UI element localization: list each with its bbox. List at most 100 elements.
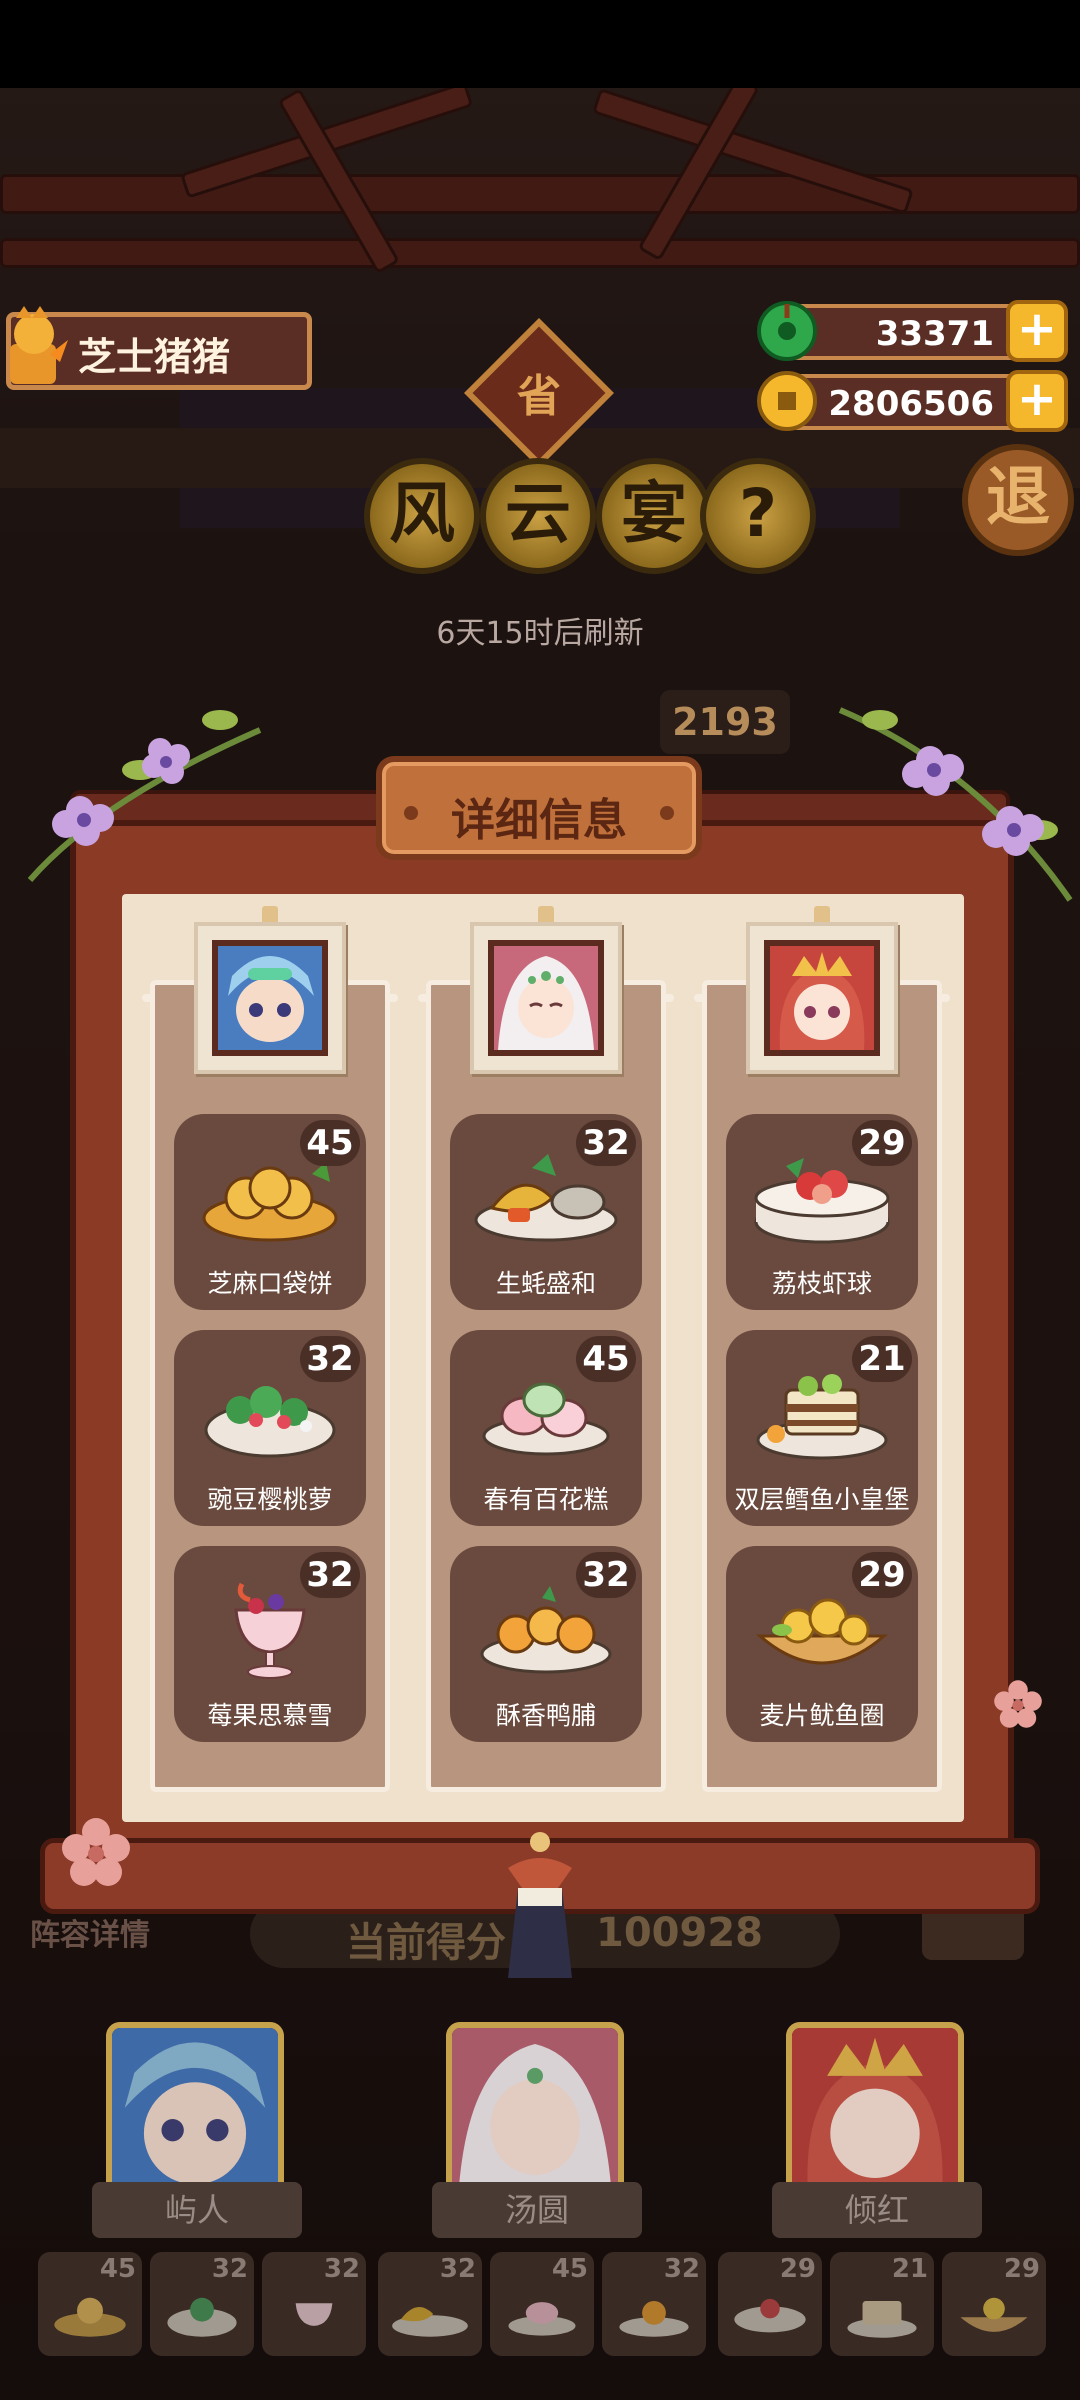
- dish-slot[interactable]: 29: [942, 2252, 1046, 2356]
- dish-name: 双层鳕鱼小皇堡: [734, 1485, 910, 1514]
- gold-coin-icon: [757, 371, 817, 431]
- flower-vine-icon: [838, 707, 1073, 902]
- slot-score: 32: [323, 2254, 360, 2284]
- dish-score: 21: [852, 1336, 912, 1382]
- player-name: 芝士猪猪: [78, 335, 231, 379]
- hero-card-tangyuan[interactable]: [446, 2022, 624, 2200]
- hero-avatar-icon: [452, 2028, 618, 2194]
- dish-name: 麦片鱿鱼圈: [759, 1701, 885, 1730]
- dish-name: 豌豆樱桃萝: [207, 1485, 333, 1514]
- dish-score: 29: [852, 1552, 912, 1598]
- character-face-icon: [494, 946, 598, 1050]
- slot-score: 21: [891, 2254, 928, 2284]
- flower-cake-icon: [508, 2302, 576, 2336]
- dish-slot[interactable]: 45: [38, 2252, 142, 2356]
- jade-coin-icon: [757, 301, 817, 361]
- title-dot: [660, 806, 674, 820]
- add-gold-button[interactable]: +: [1006, 370, 1068, 432]
- event-title-char-2: 云: [480, 458, 596, 574]
- flower-vine-icon: [27, 710, 262, 882]
- character-face-icon: [218, 946, 322, 1050]
- dish-score: 45: [300, 1120, 360, 1166]
- dish-card[interactable]: 32 豌豆樱桃萝: [174, 1330, 366, 1526]
- dish-card[interactable]: 29 荔枝虾球: [726, 1114, 918, 1310]
- slot-score: 32: [211, 2254, 248, 2284]
- dish-score: 32: [300, 1336, 360, 1382]
- hero-avatar-icon: [792, 2028, 958, 2194]
- crispy-duck-icon: [619, 2301, 689, 2337]
- portrait-frame: [764, 940, 880, 1056]
- pea-cherry-radish-icon: [167, 2297, 237, 2337]
- slot-score: 29: [1003, 2254, 1040, 2284]
- oat-squid-ring-icon: [960, 2297, 1028, 2332]
- portrait-frame: [488, 940, 604, 1056]
- dish-card[interactable]: 32 莓果思慕雪: [174, 1546, 366, 1742]
- refresh-countdown: 6天15时后刷新: [436, 616, 644, 651]
- slot-score: 29: [779, 2254, 816, 2284]
- dish-score: 45: [576, 1336, 636, 1382]
- exit-button[interactable]: 退: [962, 444, 1074, 556]
- dish-name: 酥香鸭脯: [495, 1701, 596, 1730]
- dish-slot[interactable]: 29: [718, 2252, 822, 2356]
- slot-score: 45: [99, 2254, 136, 2284]
- dialog-title: 详细信息: [451, 795, 627, 846]
- event-title-char-3: 宴: [596, 458, 712, 574]
- portrait-frame: [212, 940, 328, 1056]
- current-score-label: 当前得分: [346, 1920, 506, 1966]
- blossom-icon: [994, 1680, 1042, 1728]
- hero-name: 屿人: [92, 2182, 302, 2238]
- dish-slot[interactable]: 32: [378, 2252, 482, 2356]
- hero-card-yuren[interactable]: [106, 2022, 284, 2200]
- dish-score: 32: [576, 1552, 636, 1598]
- cod-burger-icon: [847, 2301, 917, 2338]
- blossom-icon: [62, 1818, 130, 1886]
- hero-name: 倾红: [772, 2182, 982, 2238]
- help-button[interactable]: ?: [700, 458, 816, 574]
- add-jade-button[interactable]: +: [1006, 300, 1068, 362]
- dish-card[interactable]: 29 麦片鱿鱼圈: [726, 1546, 918, 1742]
- dish-slot[interactable]: 32: [602, 2252, 706, 2356]
- hero-name: 汤圆: [432, 2182, 642, 2238]
- lineup-details-link[interactable]: 阵容详情: [30, 1910, 150, 1954]
- berry-smoothie-icon: [295, 2303, 333, 2326]
- event-title-char-1: 风: [364, 458, 480, 574]
- status-bar: [0, 0, 1080, 88]
- dish-name: 莓果思慕雪: [207, 1701, 333, 1730]
- character-portrait-qinghong[interactable]: [746, 922, 898, 1074]
- dish-name: 芝麻口袋饼: [207, 1269, 333, 1298]
- slot-score: 45: [551, 2254, 588, 2284]
- dish-score: 32: [300, 1552, 360, 1598]
- dish-score: 29: [852, 1120, 912, 1166]
- dish-name: 荔枝虾球: [771, 1269, 872, 1298]
- tassel-ornament-icon: [508, 1832, 572, 1978]
- current-score-value: 100928: [596, 1910, 763, 1956]
- lychee-shrimp-ball-icon: [734, 2298, 806, 2333]
- slot-score: 32: [663, 2254, 700, 2284]
- background-score: 2193: [660, 690, 790, 754]
- dish-name: 春有百花糕: [483, 1485, 609, 1514]
- dish-name: 生蚝盛和: [495, 1269, 596, 1298]
- dish-slot[interactable]: 45: [490, 2252, 594, 2356]
- oyster-platter-icon: [392, 2307, 468, 2337]
- player-avatar-icon[interactable]: [2, 304, 72, 390]
- character-face-icon: [770, 946, 874, 1050]
- dish-card[interactable]: 21 双层鳕鱼小皇堡: [726, 1330, 918, 1526]
- dialog-title-plate: 详细信息: [376, 756, 702, 860]
- dish-card[interactable]: 45 芝麻口袋饼: [174, 1114, 366, 1310]
- character-portrait-yuren[interactable]: [194, 922, 346, 1074]
- dish-slot[interactable]: 32: [150, 2252, 254, 2356]
- province-badge-label: 省: [517, 371, 561, 422]
- gold-amount: 2806506: [828, 384, 994, 424]
- sesame-pocket-bread-icon: [54, 2297, 126, 2337]
- dish-card[interactable]: 32 生蚝盛和: [450, 1114, 642, 1310]
- dish-score: 32: [576, 1120, 636, 1166]
- hero-avatar-icon: [112, 2028, 278, 2194]
- dish-card[interactable]: 32 酥香鸭脯: [450, 1546, 642, 1742]
- slot-score: 32: [439, 2254, 476, 2284]
- jade-amount: 33371: [875, 314, 994, 354]
- hero-card-qinghong[interactable]: [786, 2022, 964, 2200]
- dish-slot[interactable]: 21: [830, 2252, 934, 2356]
- dish-slot[interactable]: 32: [262, 2252, 366, 2356]
- character-portrait-tangyuan[interactable]: [470, 922, 622, 1074]
- dish-card[interactable]: 45 春有百花糕: [450, 1330, 642, 1526]
